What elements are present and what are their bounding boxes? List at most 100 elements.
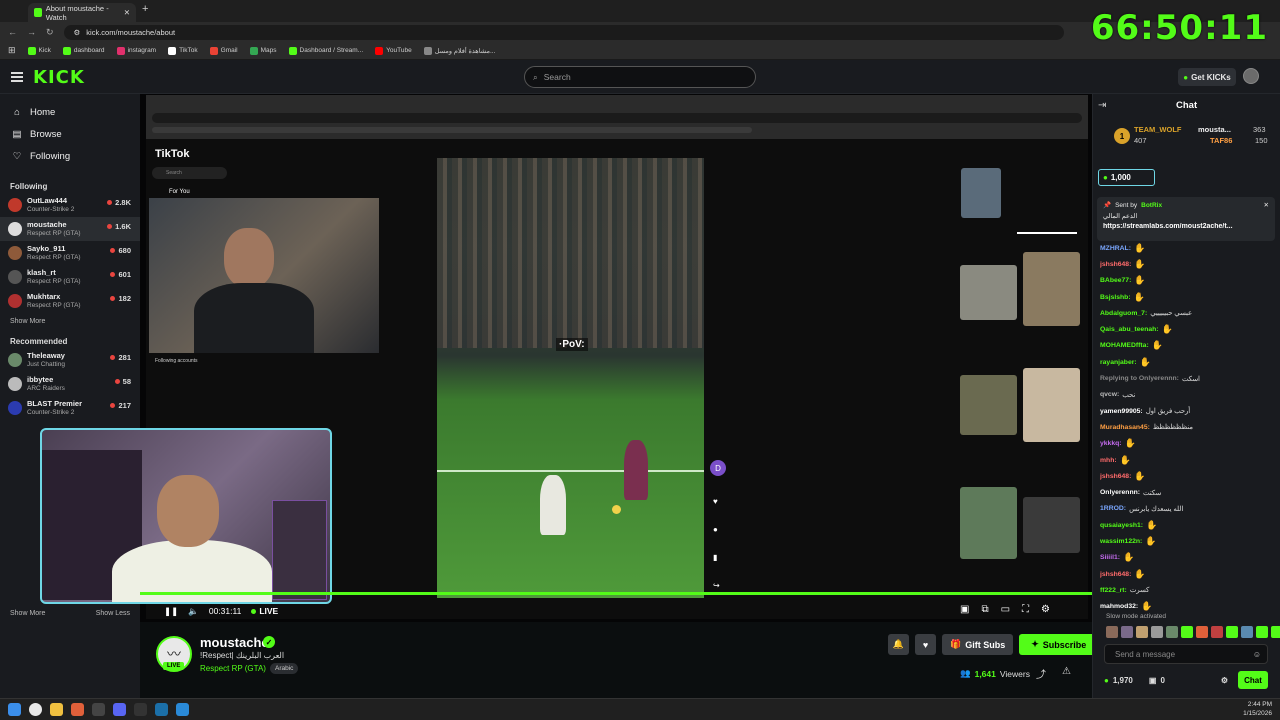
subscribe-button[interactable]: ✦ Subscribe <box>1019 634 1099 655</box>
chat-message[interactable]: Bsjslshb: ✋ <box>1100 289 1276 305</box>
emote-icon[interactable] <box>1106 626 1118 638</box>
chat-username[interactable]: mhh: <box>1100 457 1117 464</box>
chat-message[interactable]: 1RROD: الله يسعدك يابرنس <box>1100 501 1276 517</box>
reload-icon[interactable]: ↻ <box>46 27 54 38</box>
chat-username[interactable]: Siiiil1: <box>1100 554 1120 561</box>
chat-message[interactable]: wassim122n: ✋ <box>1100 533 1276 549</box>
chat-message[interactable]: ff222_rt: كسرت <box>1100 582 1276 598</box>
chat-username[interactable]: wassim122n: <box>1100 538 1142 545</box>
bookmark-item[interactable]: Gmail <box>209 46 238 55</box>
box-count[interactable]: 0 <box>1160 676 1164 685</box>
channel-item[interactable]: OutLaw444 Counter-Strike 2 2.8K <box>0 193 140 217</box>
show-more-recommended[interactable]: Show More <box>10 610 45 617</box>
pinned-link[interactable]: https://streamlabs.com/moust2ache/t... <box>1103 223 1269 230</box>
chat-username[interactable]: Replying to Onlyerennn: <box>1100 375 1179 382</box>
nav-following[interactable]: ♡ Following <box>0 145 140 167</box>
obs-icon[interactable] <box>92 703 105 716</box>
chat-message[interactable]: qusaiayesh1: ✋ <box>1100 517 1276 533</box>
follow-button[interactable]: ♥ <box>915 634 936 655</box>
gift-subs-button[interactable]: 🎁 Gift Subs <box>942 634 1014 655</box>
leader-3-name[interactable]: TAF86 <box>1210 136 1232 145</box>
chat-username[interactable]: mahmod32: <box>1100 603 1138 610</box>
nav-home[interactable]: ⌂ Home <box>0 101 140 123</box>
bookmark-item[interactable]: YouTube <box>375 46 412 55</box>
chat-message[interactable]: jshsh648: ✋ <box>1100 468 1276 484</box>
chat-username[interactable]: qusaiayesh1: <box>1100 522 1143 529</box>
fullscreen-icon[interactable]: ⛶ <box>1022 604 1029 615</box>
chat-message[interactable]: Onlyerennn: سكتت <box>1100 484 1276 500</box>
chat-username[interactable]: BAbee77: <box>1100 277 1131 284</box>
chat-send-button[interactable]: Chat <box>1238 671 1268 689</box>
chat-settings-icon[interactable]: ⚙ <box>1221 676 1228 685</box>
menu-icon[interactable] <box>11 72 23 82</box>
emote-icon[interactable] <box>1226 626 1238 638</box>
bookmark-item[interactable]: Kick <box>27 46 51 55</box>
kicks-balance[interactable]: 1,970 <box>1113 676 1133 685</box>
chat-message[interactable]: jshsh648: ✋ <box>1100 566 1276 582</box>
emote-icon[interactable] <box>1271 626 1280 638</box>
search-input[interactable]: ⌕ Search <box>524 66 756 88</box>
emote-icon[interactable] <box>1136 626 1148 638</box>
chat-username[interactable]: yamen99905: <box>1100 408 1143 415</box>
kick-logo[interactable]: KICK <box>33 67 85 88</box>
app-icon[interactable] <box>134 703 147 716</box>
bookmark-item[interactable]: Dashboard / Stream... <box>288 46 363 55</box>
chat-message[interactable]: Qais_abu_teenah: ✋ <box>1100 321 1276 337</box>
clip-icon[interactable]: ⧉ <box>981 604 988 615</box>
file-explorer-icon[interactable] <box>50 703 63 716</box>
chat-username[interactable]: MZHRAL: <box>1100 245 1131 252</box>
share-icon[interactable]: ⤴ <box>1036 666 1046 681</box>
channel-item[interactable]: Sayko_911 Respect RP (GTA) 680 <box>0 241 140 265</box>
bookmark-item[interactable]: instagram <box>116 46 156 55</box>
back-icon[interactable]: ← <box>8 27 17 37</box>
channel-item[interactable]: ibbytee ARC Raiders 58 <box>0 372 140 396</box>
chat-message[interactable]: Muradhasan45: منظظظظظظ <box>1100 419 1276 435</box>
pip-icon[interactable]: ▣ <box>960 604 969 615</box>
chat-username[interactable]: jshsh648: <box>1100 473 1131 480</box>
chat-message[interactable]: Replying to Onlyerennn: اسكت <box>1100 370 1276 386</box>
emote-icon[interactable] <box>1211 626 1223 638</box>
emote-icon[interactable] <box>1151 626 1163 638</box>
close-tab-icon[interactable]: ✕ <box>124 8 130 17</box>
unpin-icon[interactable]: ✕ <box>1264 201 1269 209</box>
send-message-input[interactable]: Send a message ☺ <box>1104 644 1268 664</box>
emote-icon[interactable] <box>1256 626 1268 638</box>
taskbar-clock[interactable]: 2:44 PM 1/15/2026 <box>1243 700 1272 718</box>
chat-username[interactable]: 1RROD: <box>1100 505 1126 512</box>
chat-username[interactable]: MOHAMEDffta: <box>1100 342 1149 349</box>
leader-1-name[interactable]: TEAM_WOLF <box>1134 125 1182 134</box>
channel-item[interactable]: moustache Respect RP (GTA) 1.6K <box>0 217 140 241</box>
site-info-icon[interactable]: ⚙ <box>74 28 81 37</box>
show-more-following[interactable]: Show More <box>0 313 140 329</box>
chat-message[interactable]: MOHAMEDffta: ✋ <box>1100 338 1276 354</box>
collapse-chat-icon[interactable]: ⇥ <box>1098 100 1106 111</box>
user-avatar[interactable] <box>1243 68 1259 84</box>
emote-icon[interactable] <box>1121 626 1133 638</box>
emote-icon[interactable] <box>1166 626 1178 638</box>
chat-message[interactable]: ykkkq: ✋ <box>1100 436 1276 452</box>
chat-username[interactable]: qvcw: <box>1100 391 1119 398</box>
chat-message[interactable]: BAbee77: ✋ <box>1100 273 1276 289</box>
nav-browse[interactable]: ▤ Browse <box>0 123 140 145</box>
chat-message[interactable]: Abdalguom_7: عبسي حبيبيييي <box>1100 305 1276 321</box>
bookmark-item[interactable]: مشاهدة أفلام ومسل... <box>423 46 495 55</box>
apps-icon[interactable]: ⊞ <box>8 45 16 56</box>
stream-category[interactable]: Respect RP (GTA) <box>200 664 266 673</box>
chat-username[interactable]: jshsh648: <box>1100 261 1131 268</box>
chat-message[interactable]: mhh: ✋ <box>1100 452 1276 468</box>
emote-icon[interactable] <box>1241 626 1253 638</box>
chat-username[interactable]: ykkkq: <box>1100 440 1122 447</box>
steam-icon[interactable] <box>155 703 168 716</box>
theater-icon[interactable]: ▭ <box>1001 604 1010 615</box>
chat-message[interactable]: Siiiil1: ✋ <box>1100 550 1276 566</box>
channel-item[interactable]: Theleaway Just Chatting 281 <box>0 348 140 372</box>
channel-name[interactable]: moustache <box>200 635 269 650</box>
pause-icon[interactable]: ❚❚ <box>164 606 178 617</box>
emoji-icon[interactable]: ☺ <box>1253 650 1261 659</box>
chat-username[interactable]: rayanjaber: <box>1100 359 1137 366</box>
chat-username[interactable]: Onlyerennn: <box>1100 489 1140 496</box>
live-progress-bar[interactable] <box>140 592 1092 595</box>
start-icon[interactable] <box>8 703 21 716</box>
chat-message[interactable]: yamen99905: أرحب فريق اول <box>1100 403 1276 419</box>
chat-username[interactable]: Abdalguom_7: <box>1100 310 1147 317</box>
